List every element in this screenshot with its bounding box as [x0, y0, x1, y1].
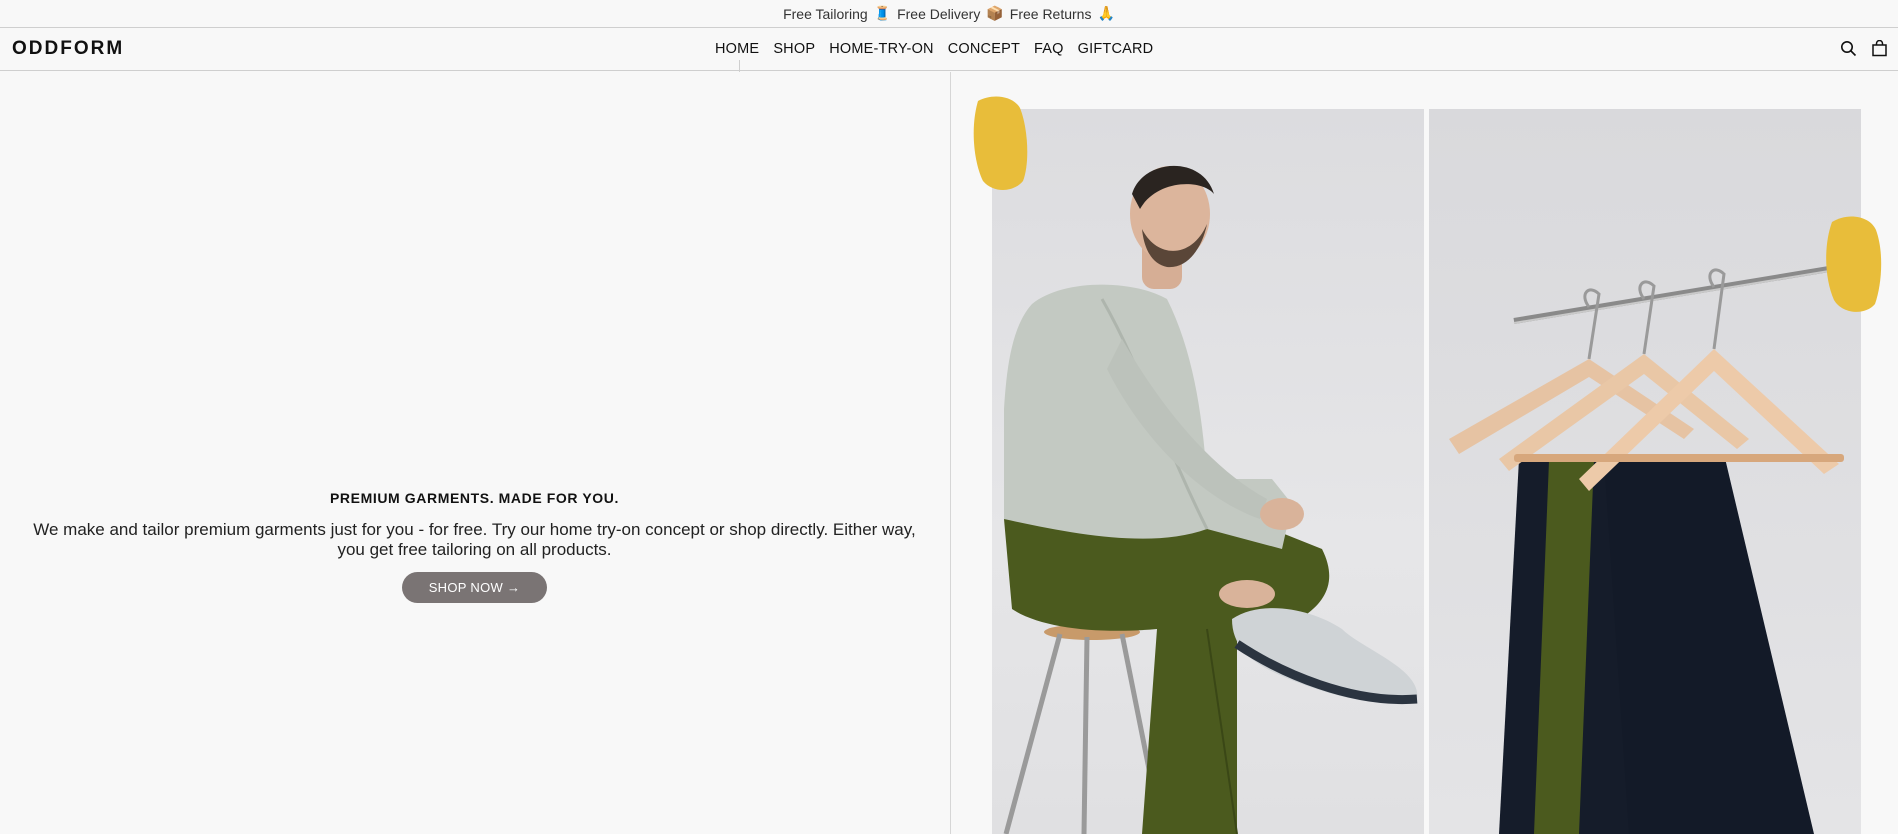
hero-divider: [950, 72, 951, 834]
hero-content: PREMIUM GARMENTS. MADE FOR YOU. We make …: [12, 490, 937, 603]
hero-subtitle: We make and tailor premium garments just…: [33, 520, 916, 559]
announcement-bar: Free Tailoring 🧵 Free Delivery 📦 Free Re…: [0, 0, 1898, 28]
nav-shop[interactable]: SHOP: [773, 41, 815, 57]
announcement-free-tailoring: Free Tailoring: [783, 5, 868, 22]
nav-concept[interactable]: CONCEPT: [948, 41, 1020, 57]
shop-now-button[interactable]: SHOP NOW →: [401, 572, 548, 603]
search-icon[interactable]: [1840, 40, 1857, 57]
yellow-paint-blob-left: [973, 96, 1028, 190]
thread-icon: 🧵: [873, 5, 892, 22]
header-actions: [1840, 40, 1888, 57]
yellow-paint-blob-right: [1826, 216, 1882, 312]
nav-home[interactable]: HOME: [715, 41, 759, 57]
main-nav: HOME SHOP HOME-TRY-ON CONCEPT FAQ GIFTCA…: [715, 41, 1153, 57]
site-header: ODDFORM HOME SHOP HOME-TRY-ON CONCEPT FA…: [0, 29, 1898, 71]
bag-icon[interactable]: [1871, 40, 1888, 57]
hero-image-hangers: [1429, 109, 1861, 834]
hero-image-model: [992, 109, 1424, 834]
nav-giftcard[interactable]: GIFTCARD: [1078, 41, 1154, 57]
announcement-free-delivery: Free Delivery: [897, 5, 981, 22]
hero-title: PREMIUM GARMENTS. MADE FOR YOU.: [329, 490, 620, 506]
nav-faq[interactable]: FAQ: [1034, 41, 1064, 57]
announcement-free-returns: Free Returns: [1009, 5, 1092, 22]
logo[interactable]: ODDFORM: [12, 38, 124, 60]
package-icon: 📦: [986, 5, 1004, 22]
praying-hands-icon: 🙏: [1097, 5, 1115, 22]
nav-divider: [739, 60, 740, 72]
nav-home-try-on[interactable]: HOME-TRY-ON: [829, 41, 934, 57]
